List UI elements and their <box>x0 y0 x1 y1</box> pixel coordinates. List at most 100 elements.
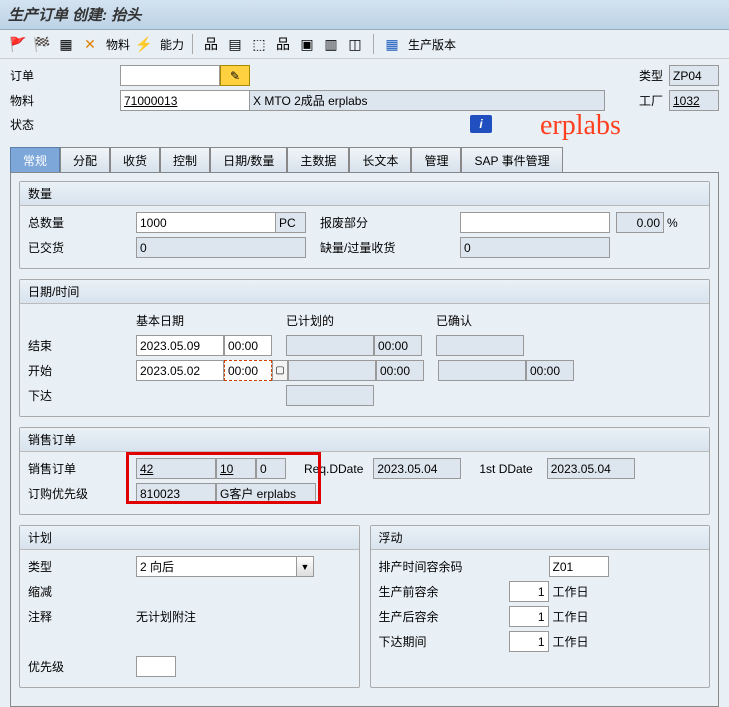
plant-field <box>669 90 719 111</box>
delivered-field <box>136 237 306 258</box>
tab-master[interactable]: 主数据 <box>287 147 349 172</box>
wd1: 工作日 <box>553 583 589 600</box>
page-title: 生产订单 创建: 抬头 <box>0 0 729 30</box>
start-date-field[interactable] <box>136 360 224 381</box>
plant-label: 工厂 <box>639 92 663 109</box>
col-conf: 已确认 <box>436 312 536 329</box>
floatkey-label: 排产时间容余码 <box>379 558 509 575</box>
prio2-field[interactable] <box>136 656 176 677</box>
so-label: 销售订单 <box>28 460 136 477</box>
capacity-label[interactable]: 能力 <box>160 36 184 53</box>
total-label: 总数量 <box>28 214 136 231</box>
comp-icon[interactable]: ⬚ <box>249 34 269 54</box>
tab-assign[interactable]: 分配 <box>60 147 110 172</box>
sales-group: 销售订单 销售订单 Req.DDate 1st DDate <box>19 427 710 515</box>
delivered-label: 已交货 <box>28 239 136 256</box>
conf-start-time <box>526 360 574 381</box>
plantype-field[interactable] <box>136 556 296 577</box>
flag-icon[interactable]: 🚩 <box>8 34 28 54</box>
so-field[interactable] <box>136 458 216 479</box>
tab-general[interactable]: 常规 <box>10 147 60 172</box>
flag2-icon[interactable]: 🏁 <box>32 34 52 54</box>
prio-label: 订购优先级 <box>28 485 136 502</box>
col-plan: 已计划的 <box>286 312 436 329</box>
tab-control[interactable]: 控制 <box>160 147 210 172</box>
total-field[interactable] <box>136 212 276 233</box>
tabs: 常规 分配 收货 控制 日期/数量 主数据 长文本 管理 SAP 事件管理 数量… <box>10 147 719 707</box>
floatkey-field[interactable] <box>549 556 609 577</box>
grid2-icon[interactable]: ▦ <box>382 34 402 54</box>
tab-admin[interactable]: 管理 <box>411 147 461 172</box>
tab-sapem[interactable]: SAP 事件管理 <box>461 147 562 172</box>
qty-group: 数量 总数量 报废部分 % 已交货 缺量/过量收货 <box>19 181 710 269</box>
material-field[interactable] <box>120 90 250 111</box>
cust-field <box>216 483 316 504</box>
tools-icon[interactable]: ✕ <box>80 34 100 54</box>
after-label: 生产后容余 <box>379 608 509 625</box>
tab-receipt[interactable]: 收货 <box>110 147 160 172</box>
tab-dates[interactable]: 日期/数量 <box>210 147 287 172</box>
chart-icon[interactable]: ⚡ <box>134 34 154 54</box>
red-label: 缩减 <box>28 583 136 600</box>
hier2-icon[interactable]: 品 <box>273 34 293 54</box>
material-label[interactable]: 物料 <box>106 36 130 53</box>
qty-title: 数量 <box>20 182 709 206</box>
end-date-field[interactable] <box>136 335 224 356</box>
prio-field <box>136 483 216 504</box>
material-desc-field <box>250 90 605 111</box>
f4-icon[interactable]: ▢ <box>272 360 288 381</box>
reqdate-label: Req.DDate <box>304 462 363 476</box>
docs-icon[interactable]: ▣ <box>297 34 317 54</box>
plan-title: 计划 <box>20 526 359 550</box>
plan-start-time <box>376 360 424 381</box>
status-label: 状态 <box>10 116 120 133</box>
info-icon[interactable]: i <box>470 115 492 133</box>
type-field <box>669 65 719 86</box>
toolbar-sep2 <box>373 34 374 54</box>
hier-icon[interactable]: 品 <box>201 34 221 54</box>
dates-group: 日期/时间 基本日期 已计划的 已确认 结束 <box>19 279 710 417</box>
note-val: 无计划附注 <box>136 608 196 625</box>
so-item-field[interactable] <box>216 458 256 479</box>
conf-end-date <box>436 335 524 356</box>
tab-longtext[interactable]: 长文本 <box>349 147 411 172</box>
list-icon[interactable]: ▤ <box>225 34 245 54</box>
wd2: 工作日 <box>553 608 589 625</box>
cube-icon[interactable]: ◫ <box>345 34 365 54</box>
end-time-field[interactable] <box>224 335 272 356</box>
grid-icon[interactable]: ▦ <box>56 34 76 54</box>
app-toolbar: 🚩 🏁 ▦ ✕ 物料 ⚡ 能力 品 ▤ ⬚ 品 ▣ ▥ ◫ ▦ 生产版本 <box>0 30 729 59</box>
order-edit-button[interactable]: ✎ <box>220 65 250 86</box>
conf-start-date <box>438 360 526 381</box>
note-label: 注释 <box>28 608 136 625</box>
watermark: erplabs <box>540 110 621 142</box>
chevron-down-icon[interactable]: ▼ <box>296 556 314 577</box>
rel-field[interactable] <box>509 631 549 652</box>
order-label: 订单 <box>10 67 120 84</box>
before-field[interactable] <box>509 581 549 602</box>
short-label: 缺量/过量收货 <box>320 239 460 256</box>
scrap-field[interactable] <box>460 212 610 233</box>
so-sched-field[interactable] <box>256 458 286 479</box>
plantype-combo[interactable]: ▼ <box>136 556 314 577</box>
wd3: 工作日 <box>553 633 589 650</box>
short-field <box>460 237 610 258</box>
prodver-label[interactable]: 生产版本 <box>408 36 456 53</box>
plan-end-date <box>286 335 374 356</box>
tab-panel: 数量 总数量 报废部分 % 已交货 缺量/过量收货 <box>10 173 719 707</box>
plantype-label: 类型 <box>28 558 136 575</box>
start-label: 开始 <box>28 362 136 379</box>
type-label: 类型 <box>639 67 663 84</box>
plan-start-date <box>288 360 376 381</box>
pct-label: % <box>667 216 678 230</box>
float-title: 浮动 <box>371 526 710 550</box>
float-group: 浮动 排产时间容余码 生产前容余 工作日 生产后容余 <box>370 525 711 688</box>
plan-release-date <box>286 385 374 406</box>
plan-group: 计划 类型 ▼ 缩减 注释 无计划附注 <box>19 525 360 688</box>
after-field[interactable] <box>509 606 549 627</box>
docs2-icon[interactable]: ▥ <box>321 34 341 54</box>
release-label: 下达 <box>28 387 136 404</box>
order-field[interactable] <box>120 65 220 86</box>
start-time-field[interactable] <box>224 360 272 381</box>
plan-end-time <box>374 335 422 356</box>
